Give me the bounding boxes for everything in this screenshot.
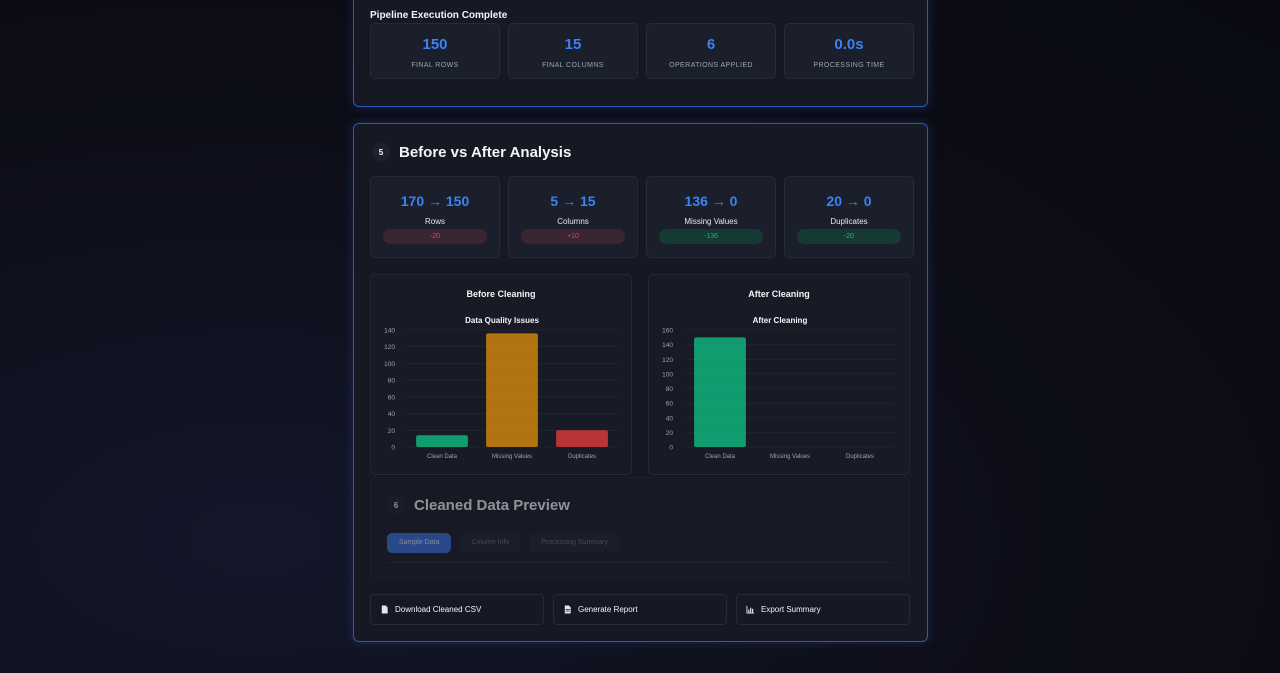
y-tick-label: 20 [666,430,674,437]
pipeline-complete-title: Pipeline Execution Complete [370,10,508,21]
y-tick-label: 80 [388,378,396,385]
generate-report-button[interactable]: Generate Report [553,594,727,625]
comparison-cards: 170 → 150 Rows -20 5 → 15 Columns +10 13… [370,176,914,258]
tab-divider [387,562,893,563]
preview-tabs: Sample Data Column Info Processing Summa… [387,533,620,553]
button-label: Export Summary [761,605,821,614]
tab-processing-summary[interactable]: Processing Summary [529,533,620,553]
cleaned-data-preview: 6 Cleaned Data Preview Sample Data Colum… [370,477,910,578]
stat-card-final-rows: 150 FINAL ROWS [370,23,500,79]
bar [416,435,468,447]
chart-icon [746,605,755,614]
document-icon [564,605,571,614]
before-cleaning-chart-card: Before Cleaning Data Quality Issues 0 20 40… [370,274,632,475]
y-tick-label: 100 [384,361,395,368]
y-tick-label: 60 [666,401,674,408]
analysis-header: 5 Before vs After Analysis [372,143,571,161]
comparison-label: Rows [424,217,445,226]
action-buttons: Download Cleaned CSV Generate Report Exp… [370,594,910,625]
comparison-card-columns: 5 → 15 Columns +10 [508,176,638,258]
y-tick-label: 40 [666,415,674,422]
comparison-card-rows: 170 → 150 Rows -20 [370,176,500,258]
pipeline-stats: 150 FINAL ROWS 15 FINAL COLUMNS 6 OPERAT… [370,23,914,79]
step-number: 5 [372,143,390,161]
stat-value: 150 [422,36,448,53]
y-tick-label: 40 [388,411,396,418]
stat-card-final-columns: 15 FINAL COLUMNS [508,23,638,79]
button-label: Generate Report [578,605,638,614]
stat-label: FINAL COLUMNS [542,62,604,69]
x-tick-label: Missing Values [492,454,532,460]
y-tick-label: 100 [662,371,673,378]
stat-value: 0.0s [834,36,864,53]
comparison-value: 170 → 150 [400,193,470,209]
file-icon [381,605,388,614]
comparison-value: 20 → 0 [826,193,872,209]
stat-value: 15 [564,36,582,53]
stat-card-operations-applied: 6 OPERATIONS APPLIED [646,23,776,79]
y-tick-label: 140 [384,328,395,335]
before-cleaning-chart: Data Quality Issues 0 20 40 60 80 100 120 140 Cle… [384,316,617,460]
stat-label: FINAL ROWS [411,62,459,69]
y-tick-label: 140 [662,342,673,349]
delta-badge: -20 [383,229,487,244]
stat-label: PROCESSING TIME [813,62,885,69]
delta-badge: -20 [797,229,901,244]
x-tick-label: Missing Values [770,454,810,460]
chart-title: Data Quality Issues [465,316,539,325]
stat-card-processing-time: 0.0s PROCESSING TIME [784,23,914,79]
delta-badge: -136 [659,229,763,244]
analysis-panel: 5 Before vs After Analysis 170 → 150 Row… [353,123,928,642]
y-tick-label: 60 [388,394,396,401]
button-label: Download Cleaned CSV [395,605,482,614]
download-csv-button[interactable]: Download Cleaned CSV [370,594,544,625]
delta-badge: +10 [521,229,625,244]
x-tick-label: Clean Data [427,454,458,460]
preview-header: 6 Cleaned Data Preview [387,496,570,514]
y-tick-label: 0 [391,445,395,452]
bar [486,333,538,447]
comparison-card-duplicates: 20 → 0 Duplicates -20 [784,176,914,258]
stat-label: OPERATIONS APPLIED [669,62,753,69]
y-tick-label: 160 [662,328,673,335]
y-tick-label: 120 [384,344,395,351]
tab-sample-data[interactable]: Sample Data [387,533,452,553]
bar [694,337,746,447]
comparison-label: Columns [557,217,589,226]
y-tick-label: 120 [662,357,673,364]
comparison-card-missing-values: 136 → 0 Missing Values -136 [646,176,776,258]
section-title: Before vs After Analysis [399,143,572,161]
bar [556,430,608,447]
comparison-label: Duplicates [830,217,868,226]
comparison-value: 5 → 15 [550,193,596,209]
export-summary-button[interactable]: Export Summary [736,594,910,625]
x-tick-label: Duplicates [568,454,596,460]
after-cleaning-chart-card: After Cleaning After Cleaning 0 20 40 60 80 10… [648,274,910,475]
tab-column-info[interactable]: Column Info [459,533,522,553]
stat-value: 6 [706,36,716,53]
step-number: 6 [387,496,405,514]
after-cleaning-chart: After Cleaning 0 20 40 60 80 100 120 140 160 Clean… [662,316,895,460]
chart-title: After Cleaning [753,316,808,325]
comparison-label: Missing Values [684,217,738,226]
pipeline-complete-panel: Pipeline Execution Complete 150 FINAL RO… [353,0,928,107]
section-title: Cleaned Data Preview [414,496,570,514]
y-tick-label: 80 [666,386,674,393]
y-tick-label: 20 [388,428,396,435]
x-tick-label: Duplicates [846,454,874,460]
comparison-value: 136 → 0 [684,193,738,209]
y-tick-label: 0 [669,445,673,452]
x-tick-label: Clean Data [705,454,736,460]
